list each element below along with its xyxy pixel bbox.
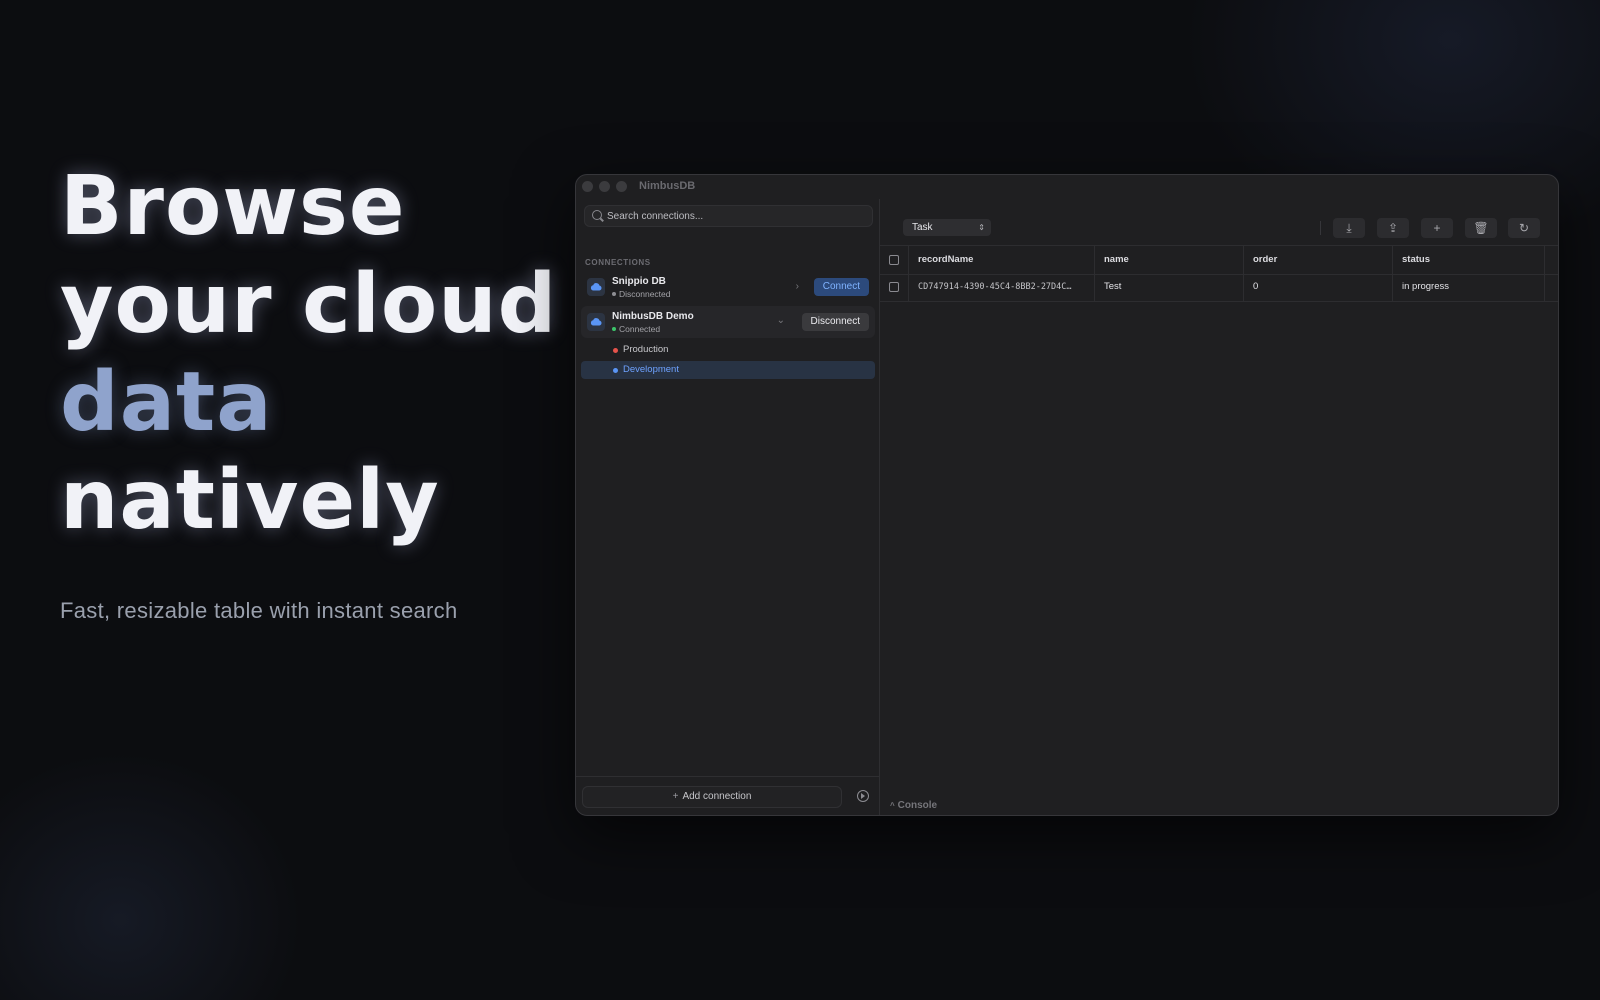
zoom-window-button[interactable]: [616, 181, 627, 192]
import-icon: ⤓: [1346, 221, 1352, 235]
sidebar-footer: + Add connection: [576, 776, 879, 815]
chevron-up-icon: ^: [890, 801, 895, 810]
export-button[interactable]: ⇪: [1377, 218, 1409, 238]
window-title: NimbusDB: [639, 180, 696, 192]
trash-icon: 🗑︎: [1473, 221, 1489, 235]
table-row[interactable]: CD747914-4390-45C4-8BB2-27D4C… Test 0 in…: [880, 273, 1558, 302]
delete-record-button[interactable]: 🗑︎: [1465, 218, 1497, 238]
chevron-updown-icon: ⇕: [978, 223, 985, 232]
add-connection-label: Add connection: [682, 791, 752, 802]
status-dot: [613, 368, 618, 373]
select-all-cell: [880, 246, 909, 274]
cloud-icon: [587, 313, 605, 331]
minimize-window-button[interactable]: [599, 181, 610, 192]
export-icon: ⇪: [1387, 221, 1399, 235]
table-cell[interactable]: 0: [1244, 273, 1393, 301]
search-box[interactable]: [584, 205, 873, 227]
main-panel: Task ⇕ ⤓ ⇪ + 🗑︎ ↻ recordName name order …: [880, 199, 1558, 815]
app-window: NimbusDB CONNECTIONS Snippio DB Disconne…: [575, 174, 1559, 816]
table-cell[interactable]: CD747914-4390-45C4-8BB2-27D4C…: [909, 273, 1095, 301]
connection-status-text: Disconnected: [619, 289, 671, 299]
environment-item-development[interactable]: Development: [581, 361, 875, 379]
row-checkbox[interactable]: [889, 282, 899, 292]
refresh-icon: ↻: [1518, 221, 1530, 235]
play-icon[interactable]: [857, 790, 869, 802]
refresh-button[interactable]: ↻: [1508, 218, 1540, 238]
connection-item-nimbusdb-demo[interactable]: NimbusDB Demo Connected ⌄ Disconnect: [581, 306, 875, 338]
table-header-row: recordName name order status: [880, 245, 1558, 275]
hero-line-3: data: [60, 355, 273, 450]
add-record-button[interactable]: +: [1421, 218, 1453, 238]
disconnect-button[interactable]: Disconnect: [801, 313, 869, 331]
chevron-down-icon[interactable]: ⌄: [777, 315, 785, 326]
column-header[interactable]: recordName: [909, 246, 1095, 274]
environment-label: Development: [623, 364, 679, 375]
connections-section-title: CONNECTIONS: [585, 258, 651, 267]
select-all-checkbox[interactable]: [889, 255, 899, 265]
entity-select[interactable]: Task ⇕: [903, 219, 991, 236]
hero-headline: Browse your cloud data natively: [60, 158, 558, 550]
title-bar: NimbusDB: [576, 175, 1558, 199]
hero-line-2: your cloud: [60, 257, 558, 352]
status-dot: [613, 348, 618, 353]
table-cell[interactable]: Test: [1095, 273, 1244, 301]
add-icon: +: [1433, 221, 1441, 235]
hero-subtitle: Fast, resizable table with instant searc…: [60, 598, 458, 623]
search-input[interactable]: [607, 207, 857, 225]
console-label: Console: [897, 800, 938, 811]
import-button[interactable]: ⤓: [1333, 218, 1365, 238]
entity-select-value: Task: [912, 222, 933, 233]
plus-icon: +: [672, 791, 679, 802]
table-cell[interactable]: in progress: [1393, 273, 1545, 301]
hero-line-4: natively: [60, 453, 440, 548]
console-toggle[interactable]: ^ Console: [890, 800, 937, 811]
environment-item-production[interactable]: Production: [581, 341, 875, 359]
marketing-stage: Browse your cloud data natively Fast, re…: [0, 0, 1600, 1000]
hero-line-1: Browse: [60, 159, 406, 254]
connection-item-snippio-db[interactable]: Snippio DB Disconnected › Connect: [581, 271, 875, 303]
status-dot: [612, 326, 616, 331]
search-icon: [592, 210, 602, 220]
sidebar: CONNECTIONS Snippio DB Disconnected › Co…: [576, 199, 880, 815]
cloud-icon: [587, 278, 605, 296]
toolbar-divider: [1320, 221, 1321, 235]
connection-name: NimbusDB Demo: [612, 311, 694, 322]
connect-button[interactable]: Connect: [813, 278, 869, 296]
column-header[interactable]: status: [1393, 246, 1545, 274]
close-window-button[interactable]: [582, 181, 593, 192]
status-dot: [612, 291, 616, 296]
column-header[interactable]: order: [1244, 246, 1393, 274]
connection-name: Snippio DB: [612, 276, 666, 287]
environment-label: Production: [623, 344, 669, 355]
connection-status: Disconnected: [612, 289, 671, 299]
add-connection-button[interactable]: + Add connection: [582, 786, 842, 808]
connection-status-text: Connected: [619, 324, 661, 334]
column-header[interactable]: name: [1095, 246, 1244, 274]
connection-status: Connected: [612, 324, 660, 334]
row-select-cell: [880, 273, 909, 301]
chevron-right-icon[interactable]: ›: [796, 281, 799, 292]
